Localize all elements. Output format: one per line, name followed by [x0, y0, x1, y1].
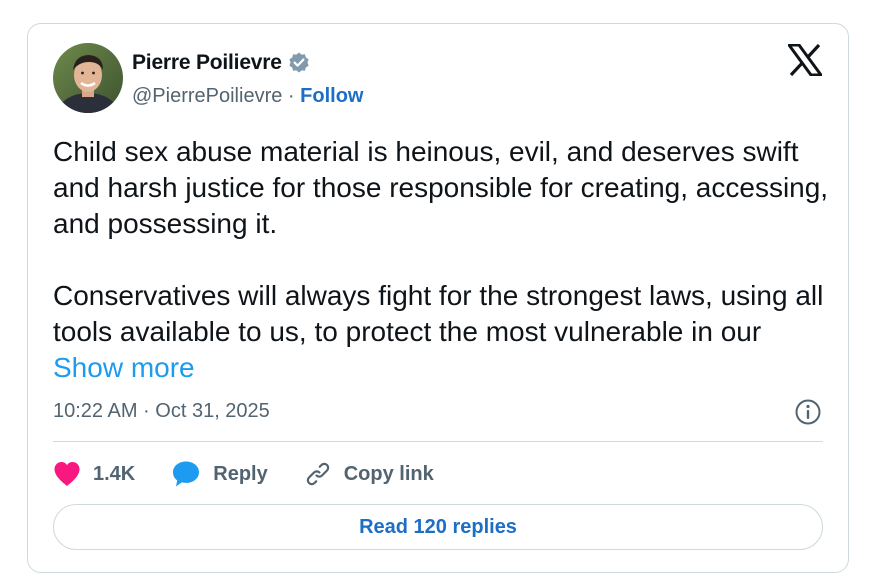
- info-icon[interactable]: [794, 398, 822, 426]
- divider: [53, 441, 823, 442]
- tweet-text: Child sex abuse material is heinous, evi…: [53, 134, 833, 386]
- heart-icon: [53, 461, 81, 487]
- x-logo-icon[interactable]: [786, 43, 824, 77]
- avatar[interactable]: [53, 43, 123, 113]
- like-button[interactable]: 1.4K: [53, 461, 135, 487]
- read-replies-label: Read 120 replies: [359, 515, 517, 538]
- handle-separator: ·: [282, 85, 301, 107]
- tweet-actions: 1.4K Reply Copy link: [53, 456, 470, 492]
- follow-link[interactable]: Follow: [300, 85, 363, 107]
- author-name[interactable]: Pierre Poilievre: [132, 51, 282, 75]
- copy-link-label: Copy link: [343, 462, 434, 485]
- tweet-body: Child sex abuse material is heinous, evi…: [53, 136, 829, 347]
- tweet-card: Pierre Poilievre @PierrePoilievre · Foll…: [27, 23, 849, 573]
- speech-bubble-icon: [171, 460, 201, 488]
- reply-button[interactable]: Reply: [171, 460, 268, 488]
- copy-link-button[interactable]: Copy link: [304, 460, 434, 488]
- avatar-image: [53, 43, 123, 113]
- author-handle[interactable]: @PierrePoilievre: [132, 85, 282, 107]
- author-name-row: Pierre Poilievre: [132, 51, 311, 75]
- reply-label: Reply: [213, 462, 268, 485]
- show-more-link[interactable]: Show more: [53, 352, 195, 383]
- author-handle-row: @PierrePoilievre · Follow: [132, 85, 363, 108]
- read-replies-button[interactable]: Read 120 replies: [53, 504, 823, 550]
- like-count: 1.4K: [93, 462, 136, 485]
- tweet-timestamp[interactable]: 10:22 AM · Oct 31, 2025: [53, 400, 270, 423]
- verified-badge-icon: [287, 51, 311, 75]
- link-icon: [304, 460, 332, 488]
